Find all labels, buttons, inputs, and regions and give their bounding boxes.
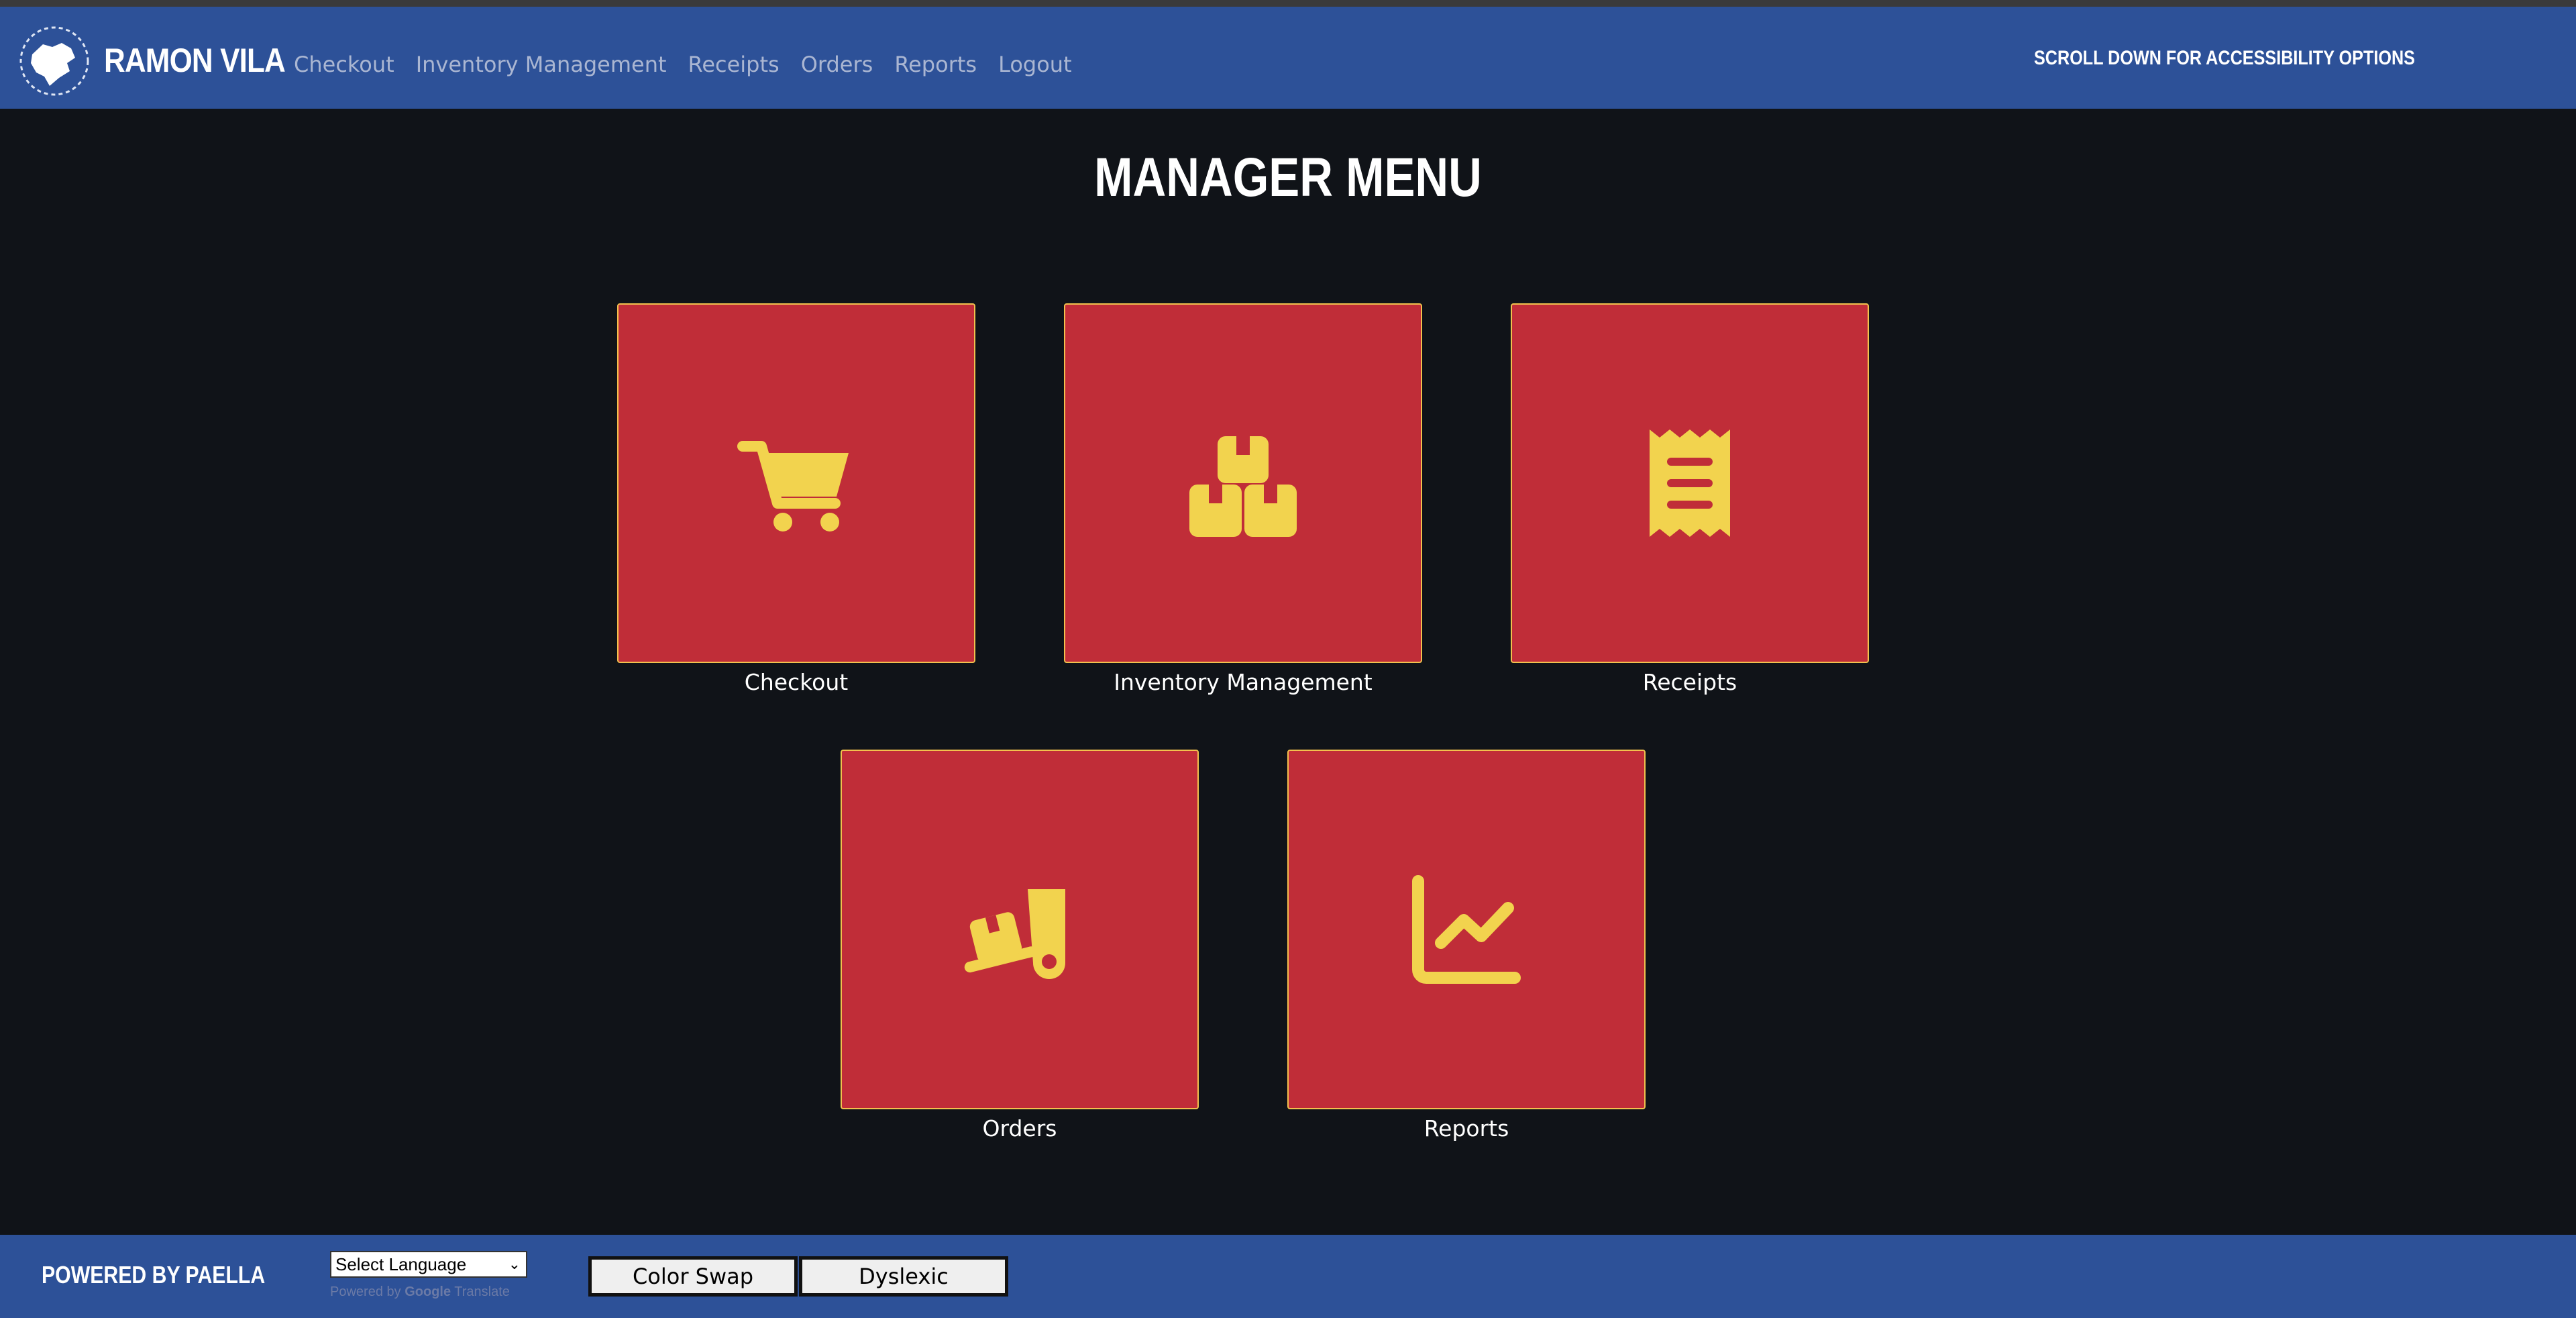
chart-line-icon (1412, 875, 1521, 984)
language-select[interactable]: Select Language ⌄ (330, 1251, 527, 1278)
menu-tile-checkout: Checkout (617, 303, 975, 698)
inventory-tile-button[interactable] (1064, 303, 1422, 663)
nav-checkout[interactable]: Checkout (294, 43, 405, 86)
language-select-value: Select Language (335, 1254, 467, 1274)
dolly-icon (964, 889, 1065, 979)
tile-label-orders: Orders (982, 1115, 1057, 1142)
top-navbar: RAMON VILA Checkout Inventory Management… (0, 7, 2576, 109)
chevron-down-icon: ⌄ (508, 1256, 521, 1272)
tile-label-reports: Reports (1424, 1115, 1509, 1142)
translate-prefix: Powered by (330, 1284, 401, 1299)
dyslexic-button[interactable]: Dyslexic (799, 1256, 1008, 1297)
nav-logout[interactable]: Logout (987, 43, 1083, 86)
translate-link[interactable]: Translate (454, 1284, 510, 1299)
paella-logo-icon[interactable] (17, 24, 91, 98)
google-logo-text: Google (405, 1284, 451, 1299)
powered-by-label: POWERED BY PAELLA (42, 1261, 266, 1288)
brand-name[interactable]: RAMON VILA (104, 35, 286, 86)
reports-tile-button[interactable] (1287, 750, 1646, 1109)
tile-label-receipts: Receipts (1642, 669, 1737, 695)
receipt-icon (1650, 429, 1730, 537)
tile-label-inventory: Inventory Management (1114, 669, 1373, 695)
menu-tile-receipts: Receipts (1511, 303, 1869, 698)
cart-icon (737, 441, 849, 531)
menu-tile-inventory: Inventory Management (1064, 303, 1422, 698)
main-nav: Checkout Inventory Management Receipts O… (294, 43, 1083, 86)
menu-tile-orders: Orders (841, 750, 1199, 1144)
nav-inventory-management[interactable]: Inventory Management (405, 43, 678, 86)
accessibility-scroll-note: SCROLL DOWN FOR ACCESSIBILITY OPTIONS (2034, 47, 2415, 69)
nav-receipts[interactable]: Receipts (678, 43, 790, 86)
footer-bar: POWERED BY PAELLA Select Language ⌄ Powe… (0, 1235, 2576, 1318)
window-top-strip (0, 0, 2576, 7)
nav-orders[interactable]: Orders (790, 43, 884, 86)
checkout-tile-button[interactable] (617, 303, 975, 663)
tile-label-checkout: Checkout (744, 669, 849, 695)
color-swap-button[interactable]: Color Swap (588, 1256, 798, 1297)
orders-tile-button[interactable] (841, 750, 1199, 1109)
page-title: MANAGER MENU (1094, 147, 1482, 208)
boxes-icon (1189, 436, 1297, 537)
nav-reports[interactable]: Reports (883, 43, 987, 86)
menu-tile-reports: Reports (1287, 750, 1646, 1144)
google-translate-credit: Powered by Google Translate (330, 1284, 510, 1300)
receipts-tile-button[interactable] (1511, 303, 1869, 663)
